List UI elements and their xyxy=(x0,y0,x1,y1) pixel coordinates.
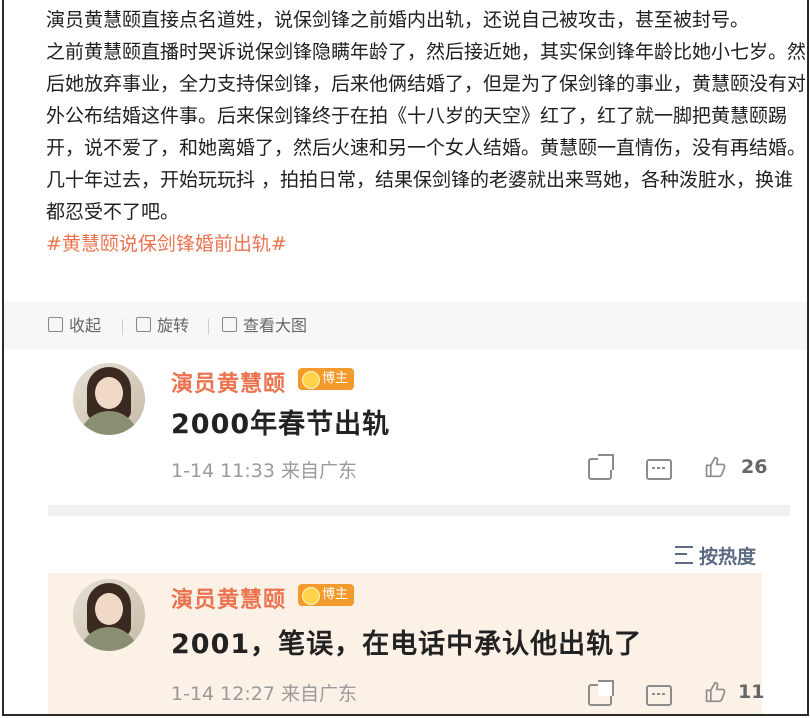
reply-card: 按热度 演员黄慧颐 博主 2001，笔误，在电话中承认他出轨了 1-14 12:… xyxy=(48,516,790,714)
comment-card: 演员黄慧颐 博主 2000年春节出轨 1-14 11:33 来自广东 26 xyxy=(48,350,790,505)
comment-author[interactable]: 演员黄慧颐 xyxy=(171,366,286,398)
avatar[interactable] xyxy=(73,363,145,435)
rotate-button[interactable]: 旋转 xyxy=(136,314,189,338)
view-large-label: 查看大图 xyxy=(243,316,308,335)
collapse-icon xyxy=(48,317,63,332)
avatar[interactable] xyxy=(73,579,145,651)
badge-label: 博主 xyxy=(322,371,349,386)
collapse-button[interactable]: 收起 xyxy=(48,314,101,338)
comment-icon[interactable] xyxy=(646,685,672,706)
reply-meta: 1-14 12:27 来自广东 xyxy=(171,683,357,705)
comment-text: 2000年春节出轨 xyxy=(171,409,391,440)
badge-label: 博主 xyxy=(322,587,349,602)
sort-icon xyxy=(675,546,693,564)
image-toolbar: 收起 旋转 查看大图 xyxy=(4,302,807,350)
view-large-icon xyxy=(222,317,237,332)
like-icon[interactable] xyxy=(704,456,726,478)
sort-label: 按热度 xyxy=(699,546,757,568)
medal-icon xyxy=(302,371,320,389)
comment-meta: 1-14 11:33 来自广东 xyxy=(171,460,357,482)
weibo-post-frame: 演员黄慧颐直接点名道姓，说保剑锋之前婚内出轨，还说自己被攻击，甚至被封号。 之前… xyxy=(2,0,809,716)
share-icon[interactable] xyxy=(588,680,614,706)
rotate-label: 旋转 xyxy=(157,316,190,335)
sort-by-hot-button[interactable]: 按热度 xyxy=(675,542,756,569)
share-icon[interactable] xyxy=(588,454,614,480)
embedded-screenshot: 演员黄慧颐 博主 2000年春节出轨 1-14 11:33 来自广东 26 按热… xyxy=(48,350,790,714)
hashtag-link[interactable]: #黄慧颐说保剑锋婚前出轨# xyxy=(46,233,287,255)
rotate-icon xyxy=(136,317,151,332)
blogger-badge: 博主 xyxy=(298,368,355,390)
view-large-button[interactable]: 查看大图 xyxy=(222,314,307,338)
like-icon[interactable] xyxy=(704,681,726,703)
comment-icon[interactable] xyxy=(646,459,672,480)
like-count: 11 xyxy=(738,681,765,703)
collapse-label: 收起 xyxy=(69,316,102,335)
post-paragraph-1: 演员黄慧颐直接点名道姓，说保剑锋之前婚内出轨，还说自己被攻击，甚至被封号。 xyxy=(46,9,750,31)
reply-text: 2001，笔误，在电话中承认他出轨了 xyxy=(171,629,643,660)
toolbar-divider xyxy=(122,319,123,335)
reply-highlight: 演员黄慧颐 博主 2001，笔误，在电话中承认他出轨了 1-14 12:27 来… xyxy=(48,573,765,714)
reply-author[interactable]: 演员黄慧颐 xyxy=(171,582,286,614)
post-paragraph-2: 之前黄慧颐直播时哭诉说保剑锋隐瞒年龄了，然后接近她，其实保剑锋年龄比她小七岁。然… xyxy=(46,41,807,223)
toolbar-divider xyxy=(208,319,209,335)
medal-icon xyxy=(302,587,320,605)
blogger-badge: 博主 xyxy=(298,584,355,606)
post-body: 演员黄慧颐直接点名道姓，说保剑锋之前婚内出轨，还说自己被攻击，甚至被封号。 之前… xyxy=(46,4,806,260)
like-count: 26 xyxy=(741,456,768,478)
